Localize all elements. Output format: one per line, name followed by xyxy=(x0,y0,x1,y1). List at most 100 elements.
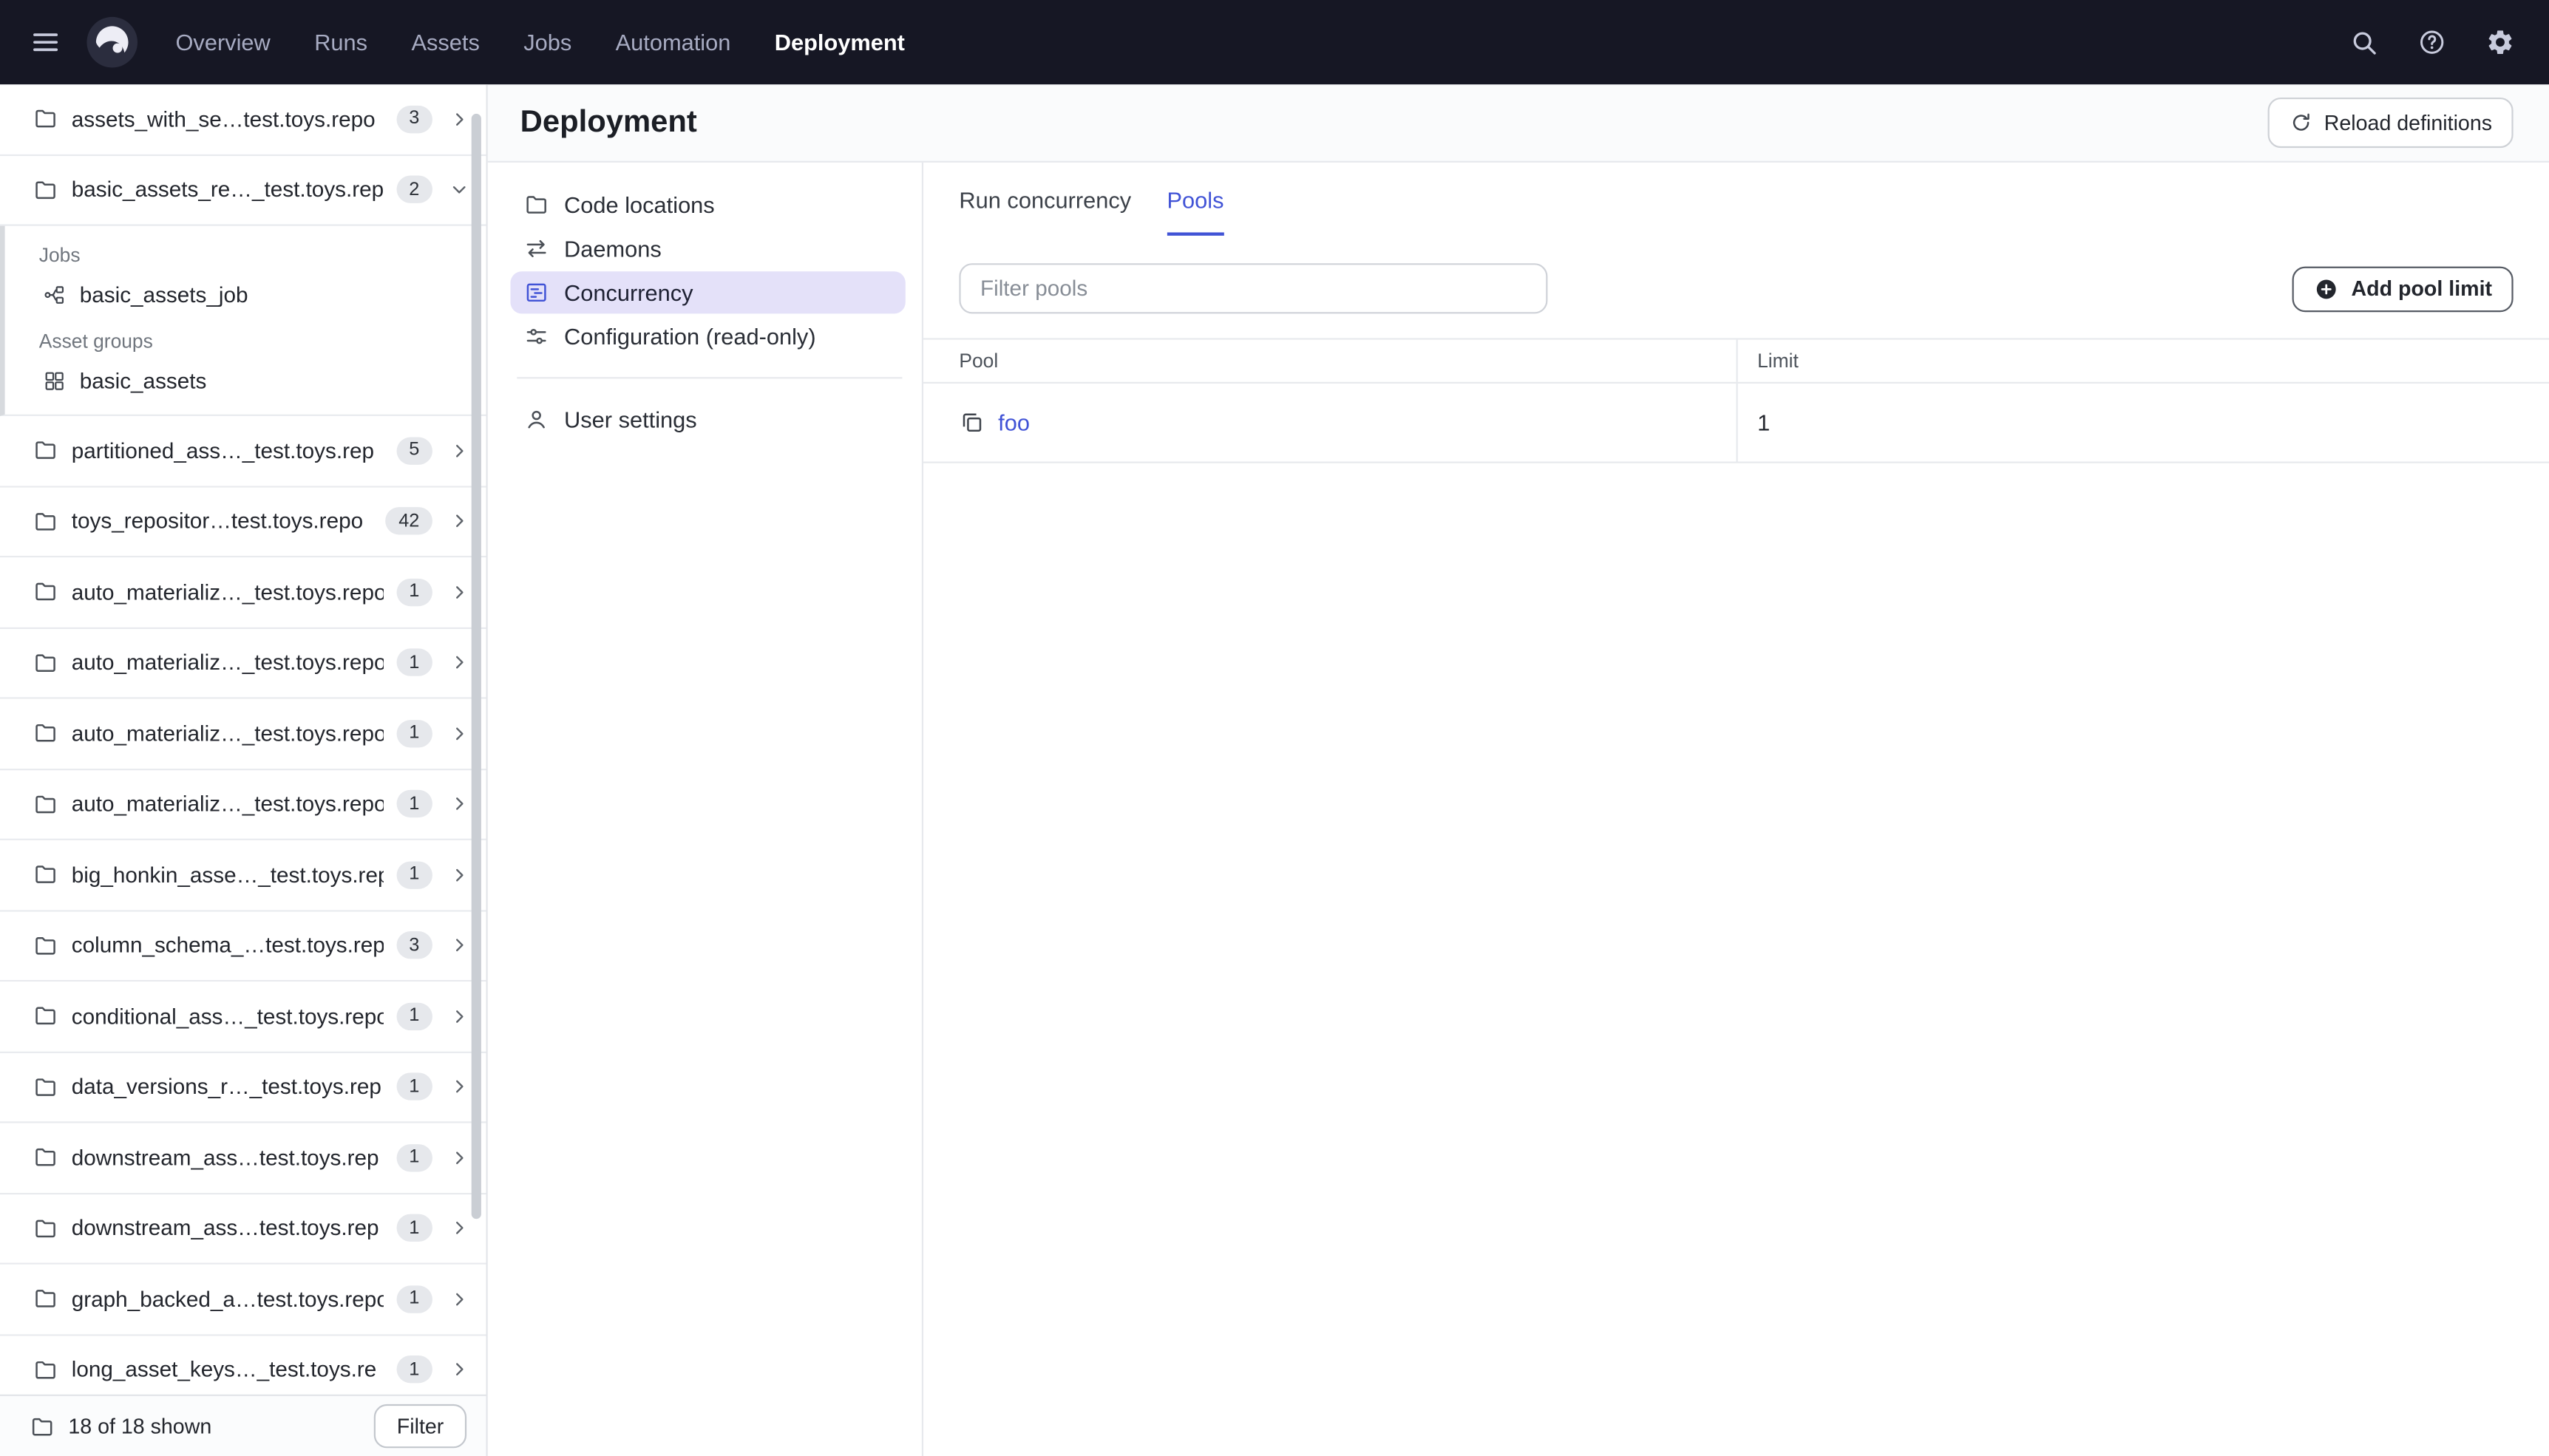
section-jobs: Jobs basic_assets_job xyxy=(5,229,486,316)
chevron-right-icon[interactable] xyxy=(449,582,470,603)
sidebar-repo-row[interactable]: auto_materializ…_test.toys.repo 1 xyxy=(0,557,486,628)
settings-button[interactable] xyxy=(2474,16,2526,68)
sidebar-repo-row[interactable]: column_schema_…test.toys.rep 3 xyxy=(0,911,486,982)
pools-table-header: Pool Limit xyxy=(923,339,2549,384)
section-title: Asset groups xyxy=(38,330,153,353)
repo-label: auto_materializ…_test.toys.repo xyxy=(71,579,384,605)
chevron-right-icon[interactable] xyxy=(449,723,470,744)
asset-sidebar: assets_with_se…test.toys.repo 3 basic_as… xyxy=(0,84,488,1456)
reload-icon xyxy=(2288,111,2312,135)
folder-icon xyxy=(33,1357,58,1383)
chevron-right-icon[interactable] xyxy=(449,935,470,956)
subnav-concurrency[interactable]: Concurrency xyxy=(510,271,906,314)
repo-count-badge: 1 xyxy=(396,860,432,889)
sidebar-jobs-item[interactable]: basic_assets_job xyxy=(5,273,486,315)
chevron-right-icon[interactable] xyxy=(449,864,470,885)
sidebar-footer: 18 of 18 shown Filter xyxy=(0,1394,486,1456)
repo-label: graph_backed_a…test.toys.repo xyxy=(71,1287,384,1312)
help-button[interactable] xyxy=(2406,16,2457,68)
repo-label: downstream_ass…test.toys.rep xyxy=(71,1145,379,1170)
nav-item-overview[interactable]: Overview xyxy=(175,30,270,55)
help-icon xyxy=(2417,27,2447,57)
tabs: Run concurrency Pools xyxy=(923,163,2549,236)
chevron-right-icon[interactable] xyxy=(449,1076,470,1098)
folder-icon xyxy=(33,106,58,132)
sidebar-repo-row[interactable]: basic_assets_re…_test.toys.rep 2 xyxy=(0,155,486,226)
chevron-right-icon[interactable] xyxy=(449,511,470,532)
tab-run-concurrency[interactable]: Run concurrency xyxy=(959,163,1131,236)
repo-label: big_honkin_asse…_test.toys.rep xyxy=(71,863,384,888)
nav-item-automation[interactable]: Automation xyxy=(616,30,731,55)
chevron-right-icon[interactable] xyxy=(449,1147,470,1168)
chevron-right-icon[interactable] xyxy=(449,440,470,461)
chevron-right-icon[interactable] xyxy=(449,1359,470,1381)
chevron-right-icon[interactable] xyxy=(449,1006,470,1027)
nav-item-runs[interactable]: Runs xyxy=(314,30,367,55)
sidebar-repo-row[interactable]: partitioned_ass…_test.toys.rep 5 xyxy=(0,415,486,487)
app: Overview Runs Assets Jobs Automation Deployme… xyxy=(0,0,2549,1456)
chevron-right-icon[interactable] xyxy=(449,794,470,815)
sidebar-repo-row[interactable]: auto_materializ…_test.toys.repo 1 xyxy=(0,627,486,699)
folder-icon xyxy=(33,650,58,676)
sidebar-repo-row[interactable]: toys_repositor…test.toys.repo 42 xyxy=(0,486,486,558)
repo-count-badge: 5 xyxy=(396,436,432,465)
repo-count-badge: 1 xyxy=(396,648,432,677)
sidebar-repo-row[interactable]: graph_backed_a…test.toys.repo 1 xyxy=(0,1264,486,1336)
subnav-daemons[interactable]: Daemons xyxy=(510,228,905,270)
nav-item-jobs[interactable]: Jobs xyxy=(523,30,571,55)
repo-count-badge: 1 xyxy=(396,790,432,818)
sidebar-asset-groups-item[interactable]: basic_assets xyxy=(5,359,486,401)
subnav-label: Daemons xyxy=(564,235,662,262)
chevron-right-icon[interactable] xyxy=(449,652,470,673)
column-header-pool: Pool xyxy=(923,339,1738,382)
sidebar-repo-row[interactable]: big_honkin_asse…_test.toys.rep 1 xyxy=(0,840,486,911)
gear-icon xyxy=(2485,27,2515,57)
folder-icon xyxy=(33,508,58,534)
repo-label: auto_materializ…_test.toys.repo xyxy=(71,721,384,746)
repo-label: conditional_ass…_test.toys.repo xyxy=(71,1004,384,1029)
sidebar-repo-row[interactable]: downstream_ass…test.toys.rep 1 xyxy=(0,1123,486,1194)
repo-label: auto_materializ…_test.toys.repo xyxy=(71,792,384,817)
nav-item-assets[interactable]: Assets xyxy=(411,30,479,55)
sidebar-repo-row[interactable]: assets_with_se…test.toys.repo 3 xyxy=(0,84,486,156)
sidebar-repo-row[interactable]: conditional_ass…_test.toys.repo 1 xyxy=(0,982,486,1052)
repo-label: basic_assets_re…_test.toys.rep xyxy=(71,177,384,203)
job-icon xyxy=(42,282,67,307)
pool-icon xyxy=(959,409,985,435)
subnav-code-locations[interactable]: Code locations xyxy=(510,183,905,225)
tab-pools[interactable]: Pools xyxy=(1167,163,1224,236)
dagster-logo xyxy=(84,15,140,70)
deployment-subnav: Code locations Daemons Concurrency Confi… xyxy=(488,163,922,1456)
repo-count-badge: 1 xyxy=(396,1072,432,1101)
menu-button[interactable] xyxy=(19,16,71,68)
subnav-label: Concurrency xyxy=(564,279,693,306)
nav-item-deployment[interactable]: Deployment xyxy=(775,30,905,55)
pool-link[interactable]: foo xyxy=(998,409,1030,435)
repo-count-badge: 1 xyxy=(396,578,432,606)
folder-icon xyxy=(33,1074,58,1100)
reload-definitions-button[interactable]: Reload definitions xyxy=(2267,97,2514,149)
sidebar-repo-row[interactable]: data_versions_r…_test.toys.rep 1 xyxy=(0,1052,486,1123)
add-pool-limit-label: Add pool limit xyxy=(2351,276,2493,301)
sidebar-repo-list: assets_with_se…test.toys.repo 3 basic_as… xyxy=(0,84,486,1395)
sidebar-repo-row[interactable]: long_asset_keys…_test.toys.re 1 xyxy=(0,1335,486,1395)
user-icon xyxy=(523,406,549,432)
chevron-right-icon[interactable] xyxy=(449,1218,470,1239)
chevron-right-icon[interactable] xyxy=(449,109,470,130)
subnav-user-settings[interactable]: User settings xyxy=(510,398,905,440)
chevron-down-icon[interactable] xyxy=(449,179,470,200)
sidebar-repo-row[interactable]: auto_materializ…_test.toys.repo 1 xyxy=(0,698,486,770)
subnav-configuration-read-only[interactable]: Configuration (read-only) xyxy=(510,316,905,358)
sidebar-scrollbar[interactable] xyxy=(471,113,481,1219)
sidebar-repo-row[interactable]: auto_materializ…_test.toys.repo 1 xyxy=(0,769,486,840)
search-button[interactable] xyxy=(2338,16,2389,68)
filter-button[interactable]: Filter xyxy=(374,1404,467,1449)
chevron-right-icon[interactable] xyxy=(449,1288,470,1310)
section-asset-groups: Asset groups basic_assets xyxy=(5,316,486,402)
filter-pools-input[interactable] xyxy=(959,263,1548,314)
pool-limit-cell: 1 xyxy=(1757,409,1771,436)
add-pool-limit-button[interactable]: Add pool limit xyxy=(2292,265,2514,312)
folder-icon xyxy=(33,1286,58,1312)
sidebar-repo-row[interactable]: downstream_ass…test.toys.rep 1 xyxy=(0,1194,486,1265)
search-icon xyxy=(2349,27,2379,57)
